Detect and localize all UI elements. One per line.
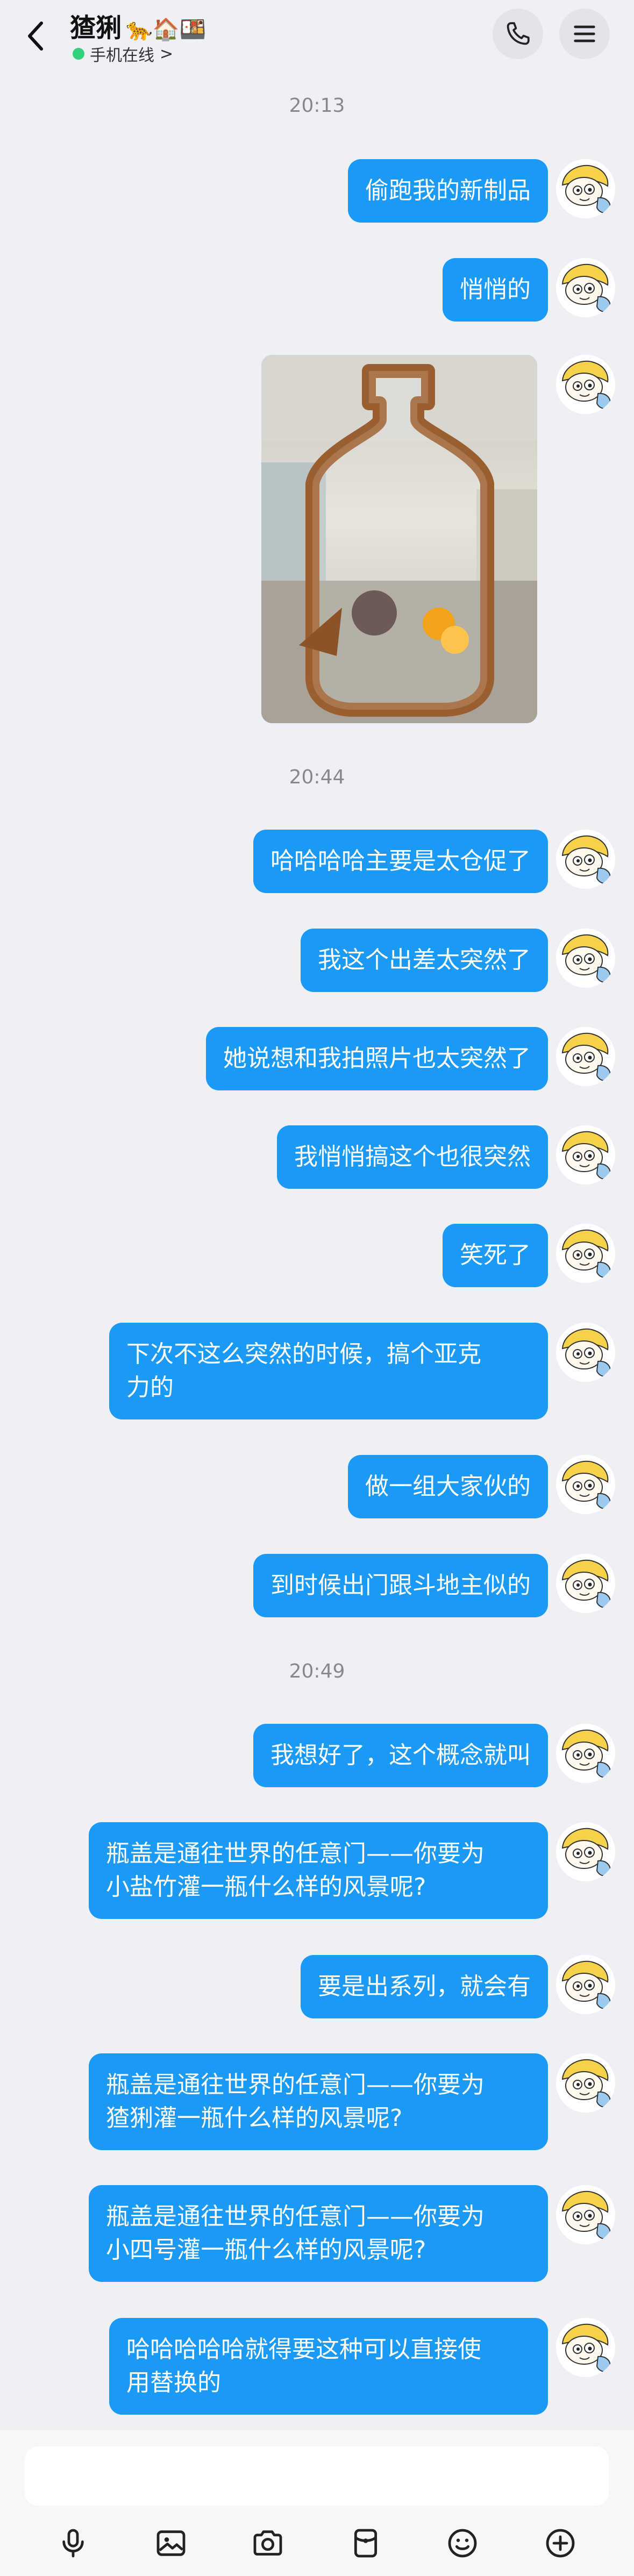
cartoon-avatar-icon (556, 1724, 615, 1783)
contact-emoji: 🐆🏠🍱 (126, 17, 206, 42)
message-bubble[interactable]: 做一组大家伙的 (348, 1455, 548, 1518)
camera-button[interactable] (246, 2522, 289, 2565)
input-bar (0, 2430, 634, 2576)
back-arrow-icon (28, 22, 43, 51)
camera-icon (253, 2530, 282, 2556)
contact-name-text: 猹猁 (70, 13, 122, 43)
cartoon-avatar-icon (556, 1554, 615, 1613)
timestamp: 20:13 (289, 95, 345, 117)
message-bubble[interactable]: 哈哈哈哈主要是太仓促了 (253, 830, 548, 893)
avatar[interactable] (556, 1554, 615, 1613)
message-bubble[interactable]: 我悄悄搞这个也很突然 (277, 1125, 548, 1189)
microphone-icon (62, 2529, 84, 2558)
message-bubble[interactable]: 她说想和我拍照片也太突然了 (206, 1027, 548, 1090)
cartoon-avatar-icon (556, 2318, 615, 2377)
menu-button[interactable] (559, 9, 610, 59)
avatar[interactable] (556, 1822, 615, 1881)
message-bubble[interactable]: 我这个出差太突然了 (301, 929, 548, 992)
red-packet-icon (354, 2529, 377, 2558)
cartoon-avatar-icon (556, 1224, 615, 1283)
avatar[interactable] (556, 2318, 615, 2377)
plus-icon (546, 2529, 575, 2558)
online-status-text: 手机在线 (90, 46, 154, 65)
cartoon-avatar-icon (556, 258, 615, 317)
avatar[interactable] (556, 2053, 615, 2113)
cartoon-avatar-icon (556, 1027, 615, 1086)
avatar[interactable] (556, 830, 615, 889)
message-input[interactable] (25, 2446, 609, 2506)
emoji-icon (448, 2529, 477, 2558)
avatar[interactable] (556, 1455, 615, 1514)
message-bubble[interactable]: 瓶盖是通往世界的任意门——你要为 猹猁灌一瓶什么样的风景呢? (89, 2053, 548, 2150)
more-button[interactable] (539, 2522, 582, 2565)
photo-button[interactable] (149, 2522, 193, 2565)
menu-icon (574, 25, 595, 42)
phone-icon (507, 22, 530, 45)
message-bubble[interactable]: 我想好了，这个概念就叫 (253, 1724, 548, 1787)
back-button[interactable] (22, 17, 48, 55)
image-icon (156, 2530, 186, 2556)
message-bubble[interactable]: 悄悄的 (443, 258, 548, 322)
message-bubble[interactable]: 偷跑我的新制品 (348, 159, 548, 223)
cartoon-avatar-icon (556, 1125, 615, 1184)
contact-name[interactable]: 猹猁 🐆🏠🍱 (70, 6, 206, 44)
avatar[interactable] (556, 1027, 615, 1086)
avatar[interactable] (556, 1323, 615, 1382)
cartoon-avatar-icon (556, 1455, 615, 1514)
cartoon-avatar-icon (556, 1822, 615, 1881)
red-packet-button[interactable] (344, 2522, 387, 2565)
message-bubble[interactable]: 下次不这么突然的时候，搞个亚克 力的 (109, 1323, 548, 1419)
avatar[interactable] (556, 355, 615, 414)
message-bubble[interactable]: 哈哈哈哈哈就得要这种可以直接使 用替换的 (109, 2318, 548, 2415)
photo-bottle-frame (261, 355, 537, 723)
cartoon-avatar-icon (556, 159, 615, 218)
call-button[interactable] (493, 9, 543, 59)
online-dot-icon (73, 48, 84, 60)
cartoon-avatar-icon (556, 1955, 615, 2014)
avatar[interactable] (556, 2185, 615, 2244)
message-bubble[interactable]: 到时候出门跟斗地主似的 (253, 1554, 548, 1617)
chat-header: 猹猁 🐆🏠🍱 手机在线 > (0, 0, 634, 70)
cartoon-avatar-icon (556, 355, 615, 414)
cartoon-avatar-icon (556, 830, 615, 889)
cartoon-avatar-icon (556, 2053, 615, 2113)
avatar[interactable] (556, 1724, 615, 1783)
message-bubble[interactable]: 要是出系列，就会有 (301, 1955, 548, 2018)
avatar[interactable] (556, 258, 615, 317)
cartoon-avatar-icon (556, 929, 615, 988)
cartoon-avatar-icon (556, 2185, 615, 2244)
voice-button[interactable] (52, 2522, 95, 2565)
chevron-right-icon: > (160, 44, 174, 63)
message-bubble[interactable]: 瓶盖是通往世界的任意门——你要为 小盐竹灌一瓶什么样的风景呢? (89, 1822, 548, 1919)
avatar[interactable] (556, 159, 615, 218)
online-status[interactable]: 手机在线 > (73, 42, 173, 66)
avatar[interactable] (556, 929, 615, 988)
message-bubble[interactable]: 笑死了 (443, 1224, 548, 1287)
message-bubble[interactable]: 瓶盖是通往世界的任意门——你要为 小四号灌一瓶什么样的风景呢? (89, 2185, 548, 2282)
avatar[interactable] (556, 1955, 615, 2014)
message-image[interactable] (261, 355, 537, 723)
timestamp: 20:44 (289, 766, 345, 788)
timestamp: 20:49 (289, 1660, 345, 1682)
cartoon-avatar-icon (556, 1323, 615, 1382)
avatar[interactable] (556, 1224, 615, 1283)
emoji-button[interactable] (441, 2522, 484, 2565)
avatar[interactable] (556, 1125, 615, 1184)
